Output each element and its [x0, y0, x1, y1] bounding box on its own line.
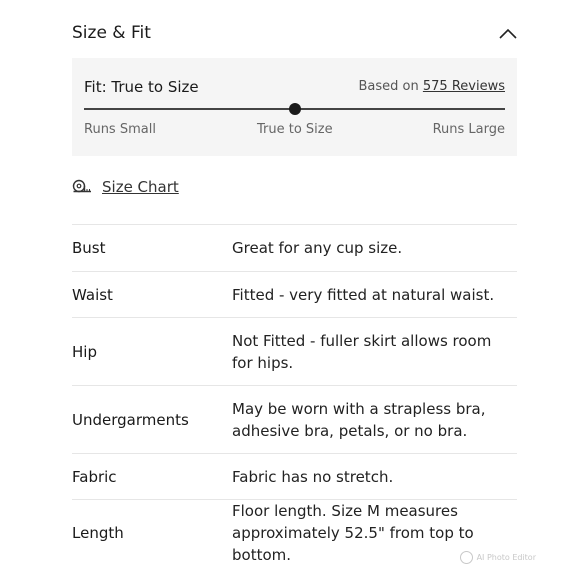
spec-row-hip: Hip Not Fitted - fuller skirt allows roo…	[72, 317, 517, 385]
fit-scale-label-true: True to Size	[257, 122, 333, 137]
reviews-link[interactable]: 575 Reviews	[423, 79, 505, 94]
spec-label: Undergarments	[72, 410, 189, 429]
size-fit-panel: Size & Fit Fit: True to Size Based on 57…	[0, 0, 580, 580]
size-fit-header[interactable]: Size & Fit	[72, 18, 518, 48]
spec-row-bust: Bust Great for any cup size.	[72, 224, 517, 271]
size-chart-link[interactable]: Size Chart	[72, 178, 179, 196]
spec-value: Fitted - very fitted at natural waist.	[232, 285, 495, 304]
fit-summary-box: Fit: True to Size Based on 575 Reviews R…	[72, 58, 517, 156]
spec-row-undergarments: Undergarments May be worn with a straple…	[72, 385, 517, 453]
spec-row-waist: Waist Fitted - very fitted at natural wa…	[72, 271, 517, 317]
spec-label: Hip	[72, 342, 97, 361]
spec-value: Not Fitted - fuller skirt allows room fo…	[232, 331, 492, 372]
watermark-icon	[459, 551, 473, 564]
reviews-prefix: Based on	[358, 79, 419, 94]
spec-label: Waist	[72, 285, 113, 304]
spec-table: Bust Great for any cup size. Waist Fitte…	[72, 224, 517, 565]
section-title: Size & Fit	[72, 23, 151, 43]
spec-row-fabric: Fabric Fabric has no stretch.	[72, 453, 517, 499]
fit-scale-indicator	[288, 103, 301, 115]
spec-value: May be worn with a strapless bra, adhesi…	[232, 399, 486, 440]
fit-scale-label-large: Runs Large	[432, 122, 505, 137]
watermark-text: AI Photo Editor	[476, 553, 536, 562]
spec-value: Fabric has no stretch.	[232, 467, 394, 486]
spec-label: Bust	[72, 239, 106, 257]
chevron-up-icon[interactable]	[498, 26, 518, 40]
spec-label: Length	[72, 523, 124, 542]
spec-value: Great for any cup size.	[232, 239, 403, 257]
size-chart-label: Size Chart	[102, 178, 179, 196]
watermark: AI Photo Editor	[459, 551, 536, 564]
measuring-tape-icon	[72, 179, 92, 195]
fit-title: Fit: True to Size	[84, 78, 199, 96]
spec-label: Fabric	[72, 467, 117, 486]
fit-scale-label-small: Runs Small	[84, 122, 156, 137]
spec-row-length: Length Floor length. Size M measures app…	[72, 499, 517, 565]
fit-reviews: Based on 575 Reviews	[359, 79, 505, 94]
